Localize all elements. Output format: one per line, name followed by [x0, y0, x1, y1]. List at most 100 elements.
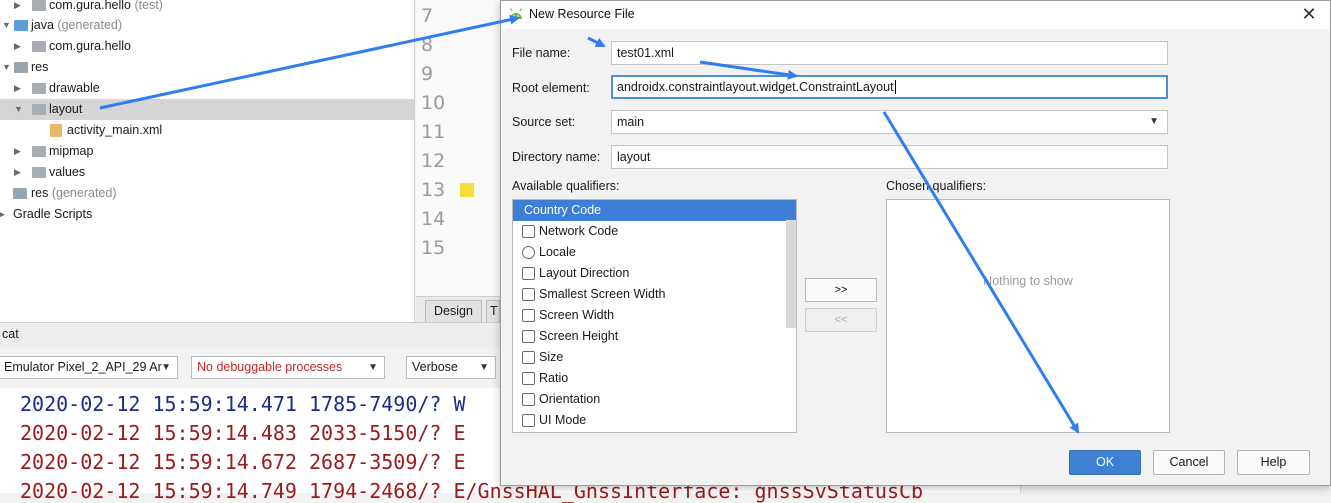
- root-element-label: Root element:: [512, 81, 590, 95]
- root-element-field[interactable]: androidx.constraintlayout.widget.Constra…: [611, 75, 1168, 99]
- chosen-qualifiers-list[interactable]: [886, 199, 1170, 433]
- expand-arrow-icon[interactable]: ▶: [14, 162, 21, 183]
- qualifier-label: Ratio: [539, 371, 569, 385]
- folder-icon: [32, 104, 46, 115]
- size-icon: [522, 351, 535, 364]
- log-level-value: Verbose: [412, 360, 458, 374]
- directory-name-field[interactable]: layout: [611, 145, 1168, 169]
- tree-item-package[interactable]: ▶ com.gura.hello: [0, 36, 414, 57]
- qualifiers-scrollbar[interactable]: [786, 220, 796, 328]
- tree-item-suffix: (generated): [57, 18, 123, 32]
- qualifier-size[interactable]: Size: [513, 347, 796, 368]
- orientation-icon: [522, 393, 535, 406]
- ratio-icon: [522, 372, 535, 385]
- tab-text[interactable]: T: [486, 300, 500, 322]
- line-number: 13: [421, 179, 446, 201]
- collapse-arrow-icon[interactable]: ▼: [2, 57, 11, 78]
- log-line: 2020-02-12 15:59:14.483 2033-5150/? E: [20, 421, 466, 445]
- project-tree: ▶ com.gura.hello (test) ▼ java (generate…: [0, 0, 415, 322]
- empty-state-text: Nothing to show: [983, 274, 1073, 288]
- screen-height-icon: [522, 330, 535, 343]
- qualifier-locale[interactable]: Locale: [513, 242, 796, 263]
- bookmark-icon[interactable]: [460, 183, 474, 197]
- tree-item-mipmap[interactable]: ▶ mipmap: [0, 141, 414, 162]
- tree-item-res[interactable]: ▼ res: [0, 57, 414, 78]
- line-number: 9: [421, 63, 434, 85]
- process-dropdown[interactable]: No debuggable processes ▼: [191, 356, 385, 379]
- qualifier-label: Layout Direction: [539, 266, 630, 280]
- qualifier-orientation[interactable]: Orientation: [513, 389, 796, 410]
- directory-name-label: Directory name:: [512, 150, 601, 164]
- expand-arrow-icon[interactable]: ▶: [14, 78, 21, 99]
- network-code-icon: [522, 225, 535, 238]
- chosen-qualifiers-label: Chosen qualifiers:: [886, 179, 987, 193]
- tree-item-suffix: (test): [134, 0, 163, 12]
- remove-qualifier-button[interactable]: <<: [805, 308, 877, 332]
- tree-item-activity-main[interactable]: activity_main.xml: [0, 120, 414, 141]
- line-number: 15: [421, 237, 446, 259]
- qualifier-label: Country Code: [524, 203, 602, 217]
- folder-icon: [32, 146, 46, 157]
- qualifier-ui-mode[interactable]: UI Mode: [513, 410, 796, 431]
- xml-file-icon: [50, 124, 62, 137]
- ui-mode-icon: [522, 414, 535, 427]
- tree-item-label: mipmap: [49, 144, 94, 158]
- ok-button[interactable]: OK: [1069, 450, 1141, 475]
- screen-width-icon: [522, 309, 535, 322]
- tree-item-java-generated[interactable]: ▼ java (generated): [0, 15, 414, 36]
- qualifier-country-code[interactable]: Country Code: [513, 200, 796, 221]
- chevron-down-icon: ▼: [479, 362, 489, 373]
- smallest-width-icon: [522, 288, 535, 301]
- qualifier-label: Size: [539, 350, 564, 364]
- line-number: 12: [421, 150, 446, 172]
- tree-item-res-generated[interactable]: res (generated): [0, 183, 414, 204]
- globe-icon: [522, 246, 535, 259]
- qualifier-label: Locale: [539, 245, 576, 259]
- line-number: 11: [421, 121, 446, 143]
- add-qualifier-button[interactable]: >>: [805, 278, 877, 302]
- tree-item-test-package[interactable]: ▶ com.gura.hello (test): [0, 0, 414, 16]
- log-level-dropdown[interactable]: Verbose ▼: [406, 356, 496, 379]
- device-dropdown[interactable]: Emulator Pixel_2_API_29 Ar ▼: [0, 356, 178, 379]
- source-set-label: Source set:: [512, 115, 576, 129]
- qualifier-ratio[interactable]: Ratio: [513, 368, 796, 389]
- logcat-title: cat: [2, 327, 19, 341]
- qualifier-screen-width[interactable]: Screen Width: [513, 305, 796, 326]
- tab-design[interactable]: Design: [425, 300, 482, 322]
- tree-item-label: activity_main.xml: [67, 123, 163, 137]
- res-folder-icon: [14, 62, 28, 73]
- help-button[interactable]: Help: [1237, 450, 1310, 475]
- layout-direction-icon: [522, 267, 535, 280]
- text-cursor: [894, 80, 896, 94]
- line-number: 7: [421, 5, 434, 27]
- tree-item-values[interactable]: ▶ values: [0, 162, 414, 183]
- collapse-arrow-icon[interactable]: ▼: [2, 15, 11, 36]
- tree-item-label: res: [31, 186, 49, 200]
- qualifier-label: Network Code: [539, 224, 619, 238]
- tree-item-label: res: [31, 60, 49, 74]
- file-name-field[interactable]: test01.xml: [611, 41, 1168, 65]
- close-icon[interactable]: ✕: [1298, 4, 1320, 24]
- expand-arrow-icon[interactable]: ▶: [14, 0, 21, 16]
- qualifier-smallest-screen-width[interactable]: Smallest Screen Width: [513, 284, 796, 305]
- package-icon: [32, 0, 46, 11]
- expand-arrow-icon[interactable]: ▶: [14, 141, 21, 162]
- tree-item-layout[interactable]: ▼ layout: [0, 99, 414, 120]
- qualifier-layout-direction[interactable]: Layout Direction: [513, 263, 796, 284]
- qualifier-network-code[interactable]: Network Code: [513, 221, 796, 242]
- root-element-value: androidx.constraintlayout.widget.Constra…: [617, 80, 894, 94]
- source-set-dropdown[interactable]: main ▼: [611, 110, 1168, 134]
- tree-item-drawable[interactable]: ▶ drawable: [0, 78, 414, 99]
- qualifier-label: Screen Height: [539, 329, 619, 343]
- chevron-down-icon: ▼: [1149, 116, 1159, 127]
- res-folder-icon: [13, 188, 27, 199]
- tree-item-gradle-scripts[interactable]: ▶ Gradle Scripts: [0, 204, 414, 225]
- cancel-button[interactable]: Cancel: [1153, 450, 1225, 475]
- qualifier-screen-height[interactable]: Screen Height: [513, 326, 796, 347]
- expand-arrow-icon[interactable]: ▶: [0, 204, 5, 225]
- device-dropdown-value: Emulator Pixel_2_API_29 Ar: [4, 360, 162, 374]
- expand-arrow-icon[interactable]: ▶: [14, 36, 21, 57]
- file-name-label: File name:: [512, 46, 571, 60]
- qualifier-label: Smallest Screen Width: [539, 287, 666, 301]
- collapse-arrow-icon[interactable]: ▼: [14, 99, 23, 120]
